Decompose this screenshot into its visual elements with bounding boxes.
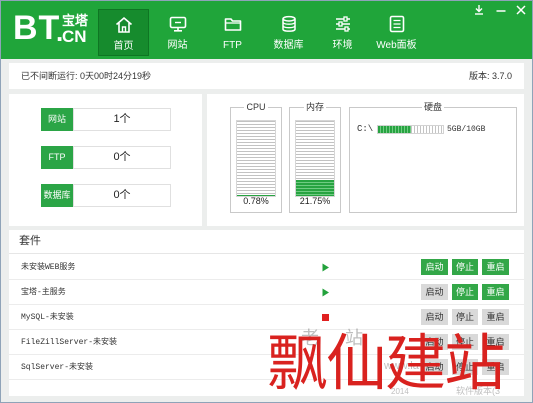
memory-bar-fill xyxy=(296,179,334,196)
minimize-button[interactable] xyxy=(494,4,508,16)
memory-value: 21.75% xyxy=(299,196,331,206)
nav-home[interactable]: 首页 xyxy=(98,9,149,56)
stat-website-label: 网站 xyxy=(41,108,73,131)
stats-panel: 网站 1个 FTP 0个 数据库 0个 xyxy=(9,94,202,226)
divider xyxy=(9,253,524,254)
nav-ftp-label: FTP xyxy=(223,40,242,51)
service-row: 宝塔-主服务 启动 停止 重启 xyxy=(9,280,524,305)
stop-button[interactable]: 停止 xyxy=(452,309,478,325)
folder-icon xyxy=(224,18,241,31)
disk-gauge: 硬盘 C:\ 5GB/10GB xyxy=(349,102,517,213)
memory-gauge: 内存 21.75% xyxy=(289,102,341,213)
nav-database-label: 数据库 xyxy=(273,40,304,51)
nav-website-label: 网站 xyxy=(167,40,188,51)
cpu-gauge: CPU 0.78% xyxy=(230,102,282,213)
minimize-icon xyxy=(496,10,506,12)
uptime-text: 已不间断运行: 0天00时24分19秒 xyxy=(21,71,152,81)
nav-home-label: 首页 xyxy=(113,41,134,52)
play-icon xyxy=(322,263,329,272)
version-text: 版本: 3.7.0 xyxy=(468,71,512,81)
service-name: SqlServer-未安装 xyxy=(21,363,94,372)
status-bar: 已不间断运行: 0天00时24分19秒 版本: 3.7.0 xyxy=(9,63,524,89)
database-icon xyxy=(281,15,296,32)
service-name: 未安装WEB服务 xyxy=(21,263,76,272)
stop-button[interactable]: 停止 xyxy=(452,284,478,300)
panel-icon xyxy=(389,15,404,33)
service-name: MySQL-未安装 xyxy=(21,313,74,322)
start-button[interactable]: 启动 xyxy=(421,284,448,300)
memory-label: 内存 xyxy=(303,102,326,112)
stop-icon xyxy=(322,314,329,321)
memory-bar xyxy=(295,120,335,197)
stat-database-value: 0个 xyxy=(73,184,171,207)
cpu-value: 0.78% xyxy=(243,196,269,206)
disk-usage: 5GB/10GB xyxy=(447,125,486,134)
suite-title: 套件 xyxy=(19,235,41,247)
start-button[interactable]: 启动 xyxy=(421,309,448,325)
nav-website[interactable]: 网站 xyxy=(152,9,203,56)
top-header: BT . 宝塔 CN 首页 网站 FTP 数据库 环境 Web面板 xyxy=(1,1,532,59)
start-button[interactable]: 启动 xyxy=(421,259,448,275)
service-row: MySQL-未安装 启动 停止 重启 xyxy=(9,305,524,330)
stat-ftp-value: 0个 xyxy=(73,146,171,169)
nav-web-panel-label: Web面板 xyxy=(376,40,417,51)
close-icon xyxy=(516,5,526,15)
monitor-icon xyxy=(169,16,186,32)
home-icon xyxy=(115,16,132,33)
app-window: BT . 宝塔 CN 首页 网站 FTP 数据库 环境 Web面板 已不间断运行… xyxy=(0,0,533,403)
service-name: 宝塔-主服务 xyxy=(21,288,66,297)
nav-environment[interactable]: 环境 xyxy=(317,9,368,56)
service-row: 未安装WEB服务 启动 停止 重启 xyxy=(9,255,524,280)
nav-web-panel[interactable]: Web面板 xyxy=(371,9,422,56)
dropdown-button[interactable] xyxy=(472,4,486,16)
stat-website-value: 1个 xyxy=(73,108,171,131)
disk-label: 硬盘 xyxy=(421,102,444,112)
nav-database[interactable]: 数据库 xyxy=(263,9,314,56)
logo-cn-name: 宝塔 xyxy=(62,13,89,28)
restart-button[interactable]: 重启 xyxy=(482,284,509,300)
restart-button[interactable]: 重启 xyxy=(482,259,509,275)
disk-drive: C:\ xyxy=(357,124,374,134)
logo-cn: CN xyxy=(62,27,87,46)
logo-bt: BT xyxy=(13,9,61,47)
cpu-label: CPU xyxy=(244,102,268,112)
service-name: FileZillServer-未安装 xyxy=(21,338,118,347)
restart-button[interactable]: 重启 xyxy=(482,309,509,325)
dropdown-icon xyxy=(475,5,483,15)
cpu-bar xyxy=(236,120,276,197)
sliders-icon xyxy=(335,16,350,32)
close-button[interactable] xyxy=(514,4,528,16)
watermark-text: 飘仙建站 xyxy=(267,328,505,399)
nav-environment-label: 环境 xyxy=(332,40,353,51)
nav-ftp[interactable]: FTP xyxy=(207,9,258,56)
stat-ftp-label: FTP xyxy=(41,146,73,169)
play-icon xyxy=(322,288,329,297)
disk-bar xyxy=(377,125,444,134)
disk-bar-fill xyxy=(378,126,411,133)
stat-database-label: 数据库 xyxy=(41,184,73,207)
stop-button[interactable]: 停止 xyxy=(452,259,478,275)
resource-panel: CPU 0.78% 内存 21.75% 硬盘 C:\ 5GB/10GB xyxy=(207,94,524,226)
